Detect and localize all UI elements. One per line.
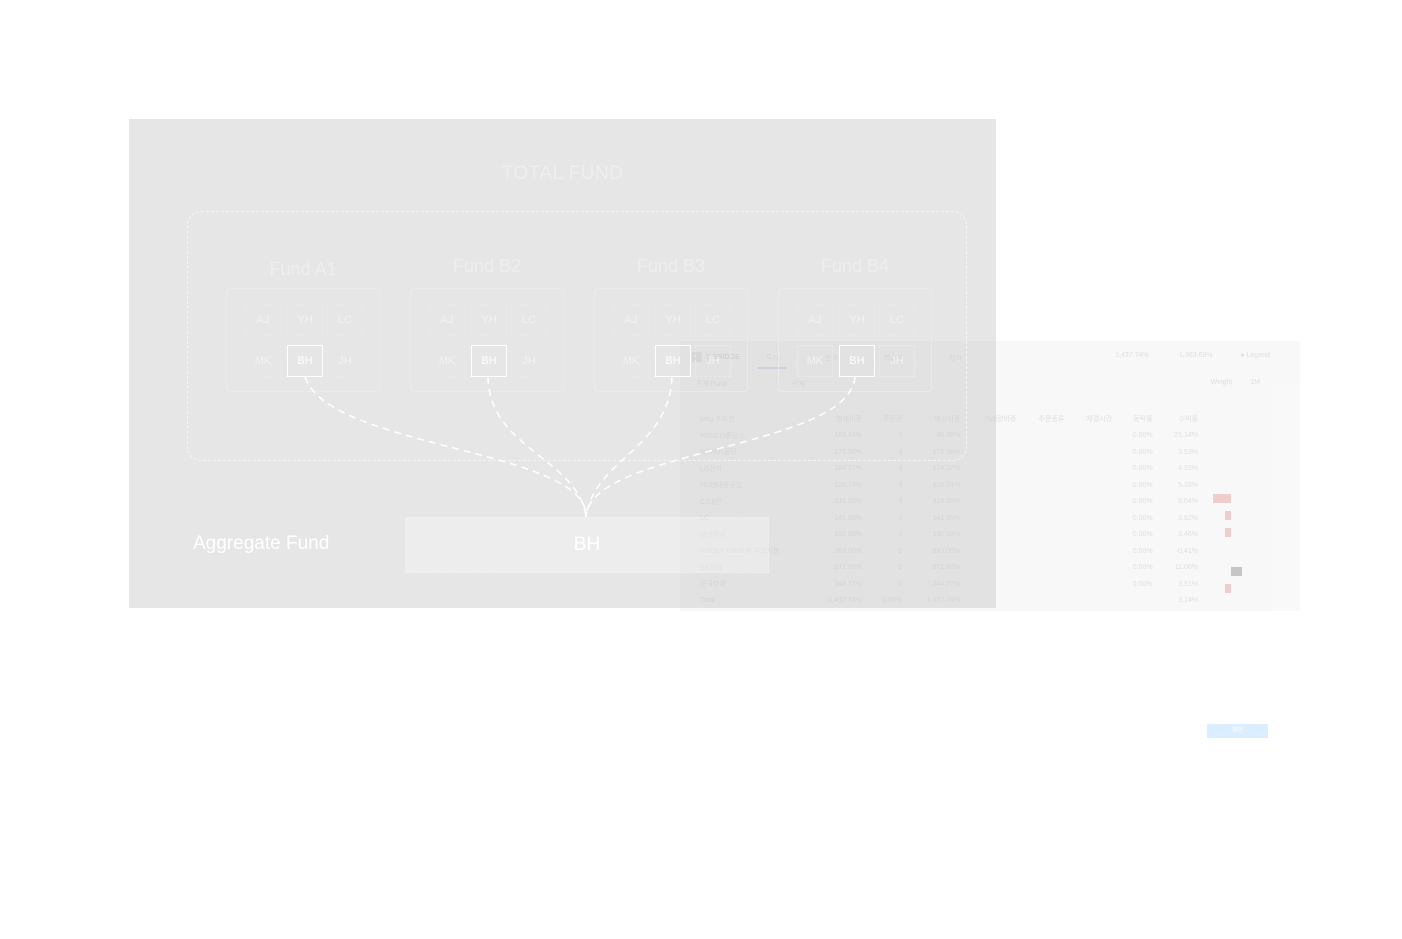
table-cell: 0.00% [1132, 580, 1153, 588]
table-cell [1022, 543, 1070, 560]
apply-button[interactable]: 확인 [1207, 724, 1268, 738]
fund-structure-diagram: TOTAL FUND Fund A1 AJ YH LC MK BH JH Fund B2 AJ Y… [129, 119, 996, 608]
table-cell [1022, 494, 1070, 511]
table-cell [1022, 444, 1070, 461]
table-cell [1022, 560, 1070, 577]
view-controls: Weight 1M [1211, 379, 1260, 386]
aggregate-fund-label: Aggregate Fund [193, 533, 330, 554]
return-bar [1225, 511, 1231, 520]
table-cell [1070, 461, 1118, 478]
return-bar [1213, 494, 1231, 503]
table-cell: 0.00% [1132, 481, 1153, 489]
table-cell [1022, 428, 1070, 445]
return-bar [1225, 528, 1231, 537]
column-header: 체결시간 [1086, 416, 1113, 424]
table-cell [1022, 576, 1070, 593]
table-cell: 3.46% [1178, 531, 1198, 539]
column-header: 수익률 [1178, 416, 1198, 424]
column-header: 주문종류 [1038, 416, 1065, 424]
connector-line [585, 376, 673, 518]
connector-line [304, 376, 587, 518]
table-cell [1070, 428, 1118, 445]
table-cell: 0.00% [1132, 498, 1153, 506]
table-cell [1070, 444, 1118, 461]
table-cell [1070, 560, 1118, 577]
stat-delta: -1,363.69% [1176, 352, 1213, 359]
table-cell [1022, 527, 1070, 544]
table-cell [1070, 576, 1118, 593]
table-cell: 0.00% [1132, 448, 1153, 456]
connector-line [487, 376, 587, 518]
table-cell: 0.00% [1132, 465, 1153, 473]
return-bar [1231, 567, 1242, 576]
table-cell [1022, 593, 1070, 610]
table-cell [1022, 477, 1070, 494]
table-cell: 11.08% [1174, 564, 1198, 572]
aggregate-fund-box: BH [405, 517, 769, 573]
table-cell: 0.00% [1132, 432, 1153, 440]
table-cell: 0.00% [1132, 564, 1153, 572]
table-cell: 3.14% [1178, 597, 1198, 605]
period-select[interactable]: 1M [1250, 379, 1260, 386]
table-cell: 3.51% [1178, 580, 1198, 588]
legend-toggle[interactable]: ● Legend [1240, 352, 1270, 359]
table-cell: 5.18% [1178, 481, 1198, 489]
table-cell [1070, 510, 1118, 527]
table-cell: 9.64% [1178, 498, 1198, 506]
table-cell [1118, 593, 1158, 610]
weight-select[interactable]: Weight [1211, 379, 1233, 386]
table-cell [1070, 494, 1118, 511]
table-cell: 0.00% [1132, 514, 1153, 522]
table-cell: 0.00% [1132, 547, 1153, 555]
summary-stats: 1,437.74% -1,363.69% ● Legend [1115, 352, 1270, 359]
table-cell [1070, 543, 1118, 560]
table-cell: 4.93% [1178, 465, 1198, 473]
table-cell: 21.14% [1174, 432, 1198, 440]
stat-total: 1,437.74% [1115, 352, 1149, 359]
table-cell: 3.53% [1178, 448, 1198, 456]
table-cell [1022, 510, 1070, 527]
table-cell: -0.41% [1175, 547, 1198, 555]
table-cell [1070, 593, 1118, 610]
table-cell [1070, 527, 1118, 544]
return-bar [1225, 584, 1231, 593]
table-cell: 3.82% [1178, 514, 1198, 522]
connector-line [585, 376, 856, 518]
table-cell: 0.00% [1132, 531, 1153, 539]
table-cell [1022, 461, 1070, 478]
table-cell [1070, 477, 1118, 494]
column-header: 등락률 [1133, 416, 1153, 424]
